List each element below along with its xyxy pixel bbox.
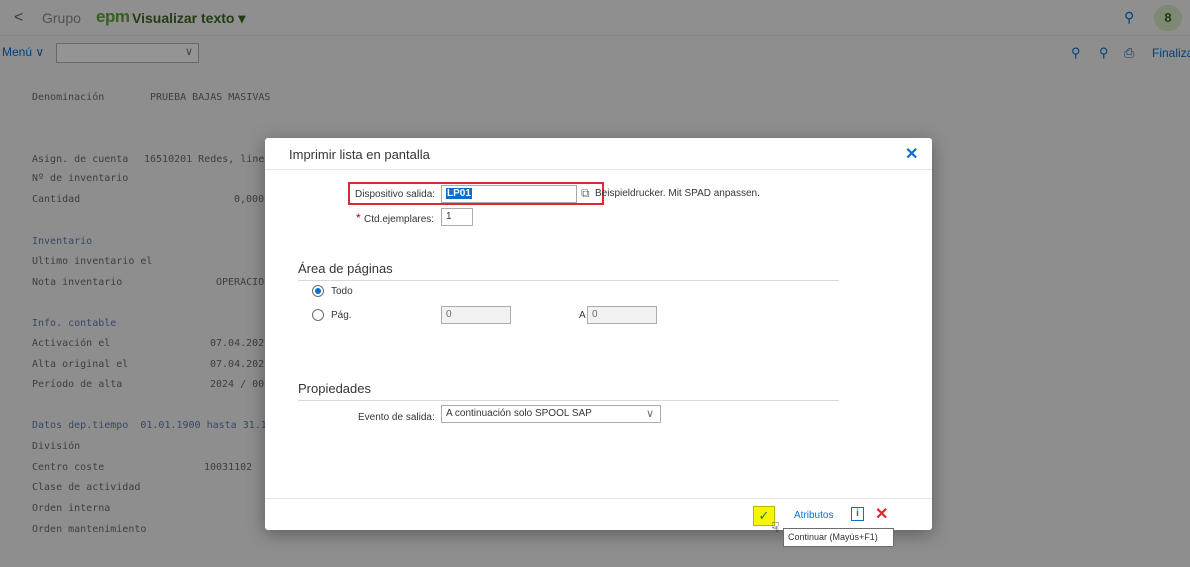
cancel-icon[interactable]: ✕	[875, 504, 888, 524]
evento-value: A continuación solo SPOOL SAP	[446, 408, 592, 419]
dialog-footer: ✓ Atributos i ✕	[265, 498, 932, 530]
area-section-title: Área de páginas	[298, 261, 393, 276]
evento-label: Evento de salida:	[358, 412, 435, 423]
chevron-down-icon: ∨	[645, 408, 654, 420]
propiedades-section-title: Propiedades	[298, 381, 371, 396]
pag-from-input[interactable]: 0	[441, 306, 511, 324]
pag-to-label: A	[579, 310, 586, 321]
hand-cursor-icon: ☟	[771, 519, 780, 535]
section-divider	[298, 280, 839, 281]
section-divider	[298, 400, 839, 401]
ctd-label-text: Ctd.ejemplares:	[364, 214, 435, 225]
required-icon: *	[356, 211, 365, 225]
info-icon[interactable]: i	[851, 507, 864, 521]
dispositivo-description: Beispieldrucker. Mit SPAD anpassen.	[595, 188, 760, 199]
value-help-icon[interactable]: ⧉	[581, 186, 590, 201]
pag-to-input[interactable]: 0	[587, 306, 657, 324]
dispositivo-label: Dispositivo salida:	[355, 189, 436, 200]
evento-select[interactable]: A continuación solo SPOOL SAP ∨	[441, 405, 661, 423]
radio-pag[interactable]	[312, 309, 324, 321]
dispositivo-input[interactable]: LP01	[441, 185, 577, 203]
close-icon[interactable]: ✕	[905, 144, 918, 164]
dispositivo-value: LP01	[446, 188, 472, 199]
radio-todo[interactable]	[312, 285, 324, 297]
radio-todo-label: Todo	[331, 286, 353, 297]
ctd-label: * Ctd.ejemplares:	[356, 211, 434, 225]
ctd-input[interactable]: 1	[441, 208, 473, 226]
radio-pag-label: Pág.	[331, 310, 352, 321]
dialog-title: Imprimir lista en pantalla	[289, 147, 430, 162]
dialog-header: Imprimir lista en pantalla ✕	[265, 138, 932, 170]
attributes-link[interactable]: Atributos	[794, 510, 833, 521]
print-dialog: Imprimir lista en pantalla ✕ Dispositivo…	[265, 138, 932, 530]
continue-tooltip: Continuar (Mayús+F1)	[783, 528, 894, 547]
